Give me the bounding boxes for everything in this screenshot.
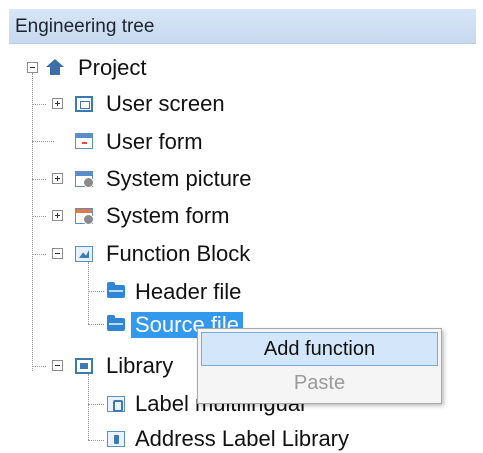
collapse-toggle-library[interactable] [52,360,63,371]
form-icon [75,133,93,149]
system-form-icon [75,208,94,225]
expand-toggle-system-picture[interactable] [52,173,63,184]
collapse-toggle-function-block[interactable] [52,248,63,259]
engineering-tree-panel: Engineering tree Project User screen Use… [0,0,483,453]
screen-icon [75,96,93,112]
tree-guide-line [32,73,33,371]
tree-item-function-block[interactable]: Function Block [106,241,250,267]
folder-icon [107,282,125,298]
tree-item-user-form[interactable]: User form [106,129,203,155]
function-block-icon [75,246,93,262]
label-multilingual-icon [107,396,125,412]
tree-item-project[interactable]: Project [78,55,146,81]
library-icon [75,358,93,374]
tree-item-user-screen[interactable]: User screen [106,91,225,117]
tree-guide-line [88,374,89,440]
tree-guide-line [32,104,46,105]
tree-guide-line [88,404,104,405]
expand-toggle-system-form[interactable] [52,210,63,221]
tree-item-library[interactable]: Library [106,353,173,379]
tree-guide-line [32,366,46,367]
tree-guide-line [32,179,46,180]
tree-guide-line [32,254,46,255]
collapse-toggle-project[interactable] [27,62,38,73]
expand-toggle-user-screen[interactable] [52,98,63,109]
tree-item-address-label-library[interactable]: Address Label Library [135,426,349,452]
tree-guide-line [88,262,89,324]
tree-item-system-picture[interactable]: System picture [106,166,252,192]
system-picture-icon [75,171,94,188]
context-menu: Add function Paste [197,328,442,404]
tree-guide-line [88,324,104,325]
tree-guide-line [32,141,54,142]
tree-guide-line [32,216,46,217]
menu-item-paste[interactable]: Paste [201,367,438,401]
panel-title: Engineering tree [9,9,476,44]
home-icon [46,59,64,75]
menu-item-add-function[interactable]: Add function [201,332,438,366]
tree-item-header-file[interactable]: Header file [135,279,241,305]
address-label-icon [107,431,125,447]
tree-item-system-form[interactable]: System form [106,203,229,229]
tree-guide-line [88,291,104,292]
folder-icon [107,315,125,331]
tree-guide-line [88,440,104,441]
